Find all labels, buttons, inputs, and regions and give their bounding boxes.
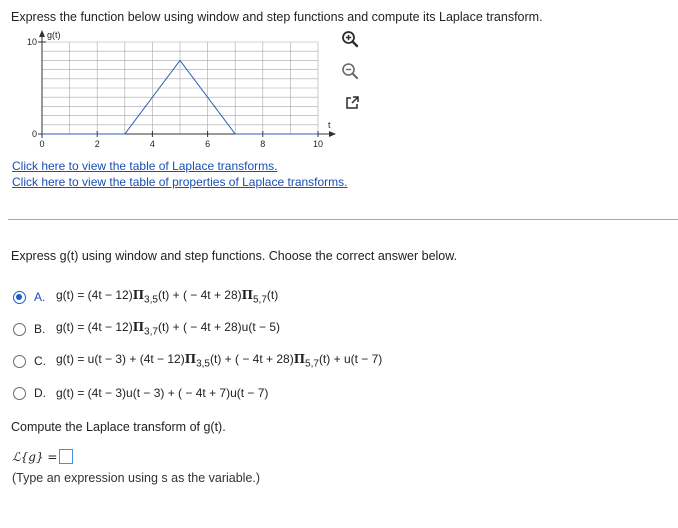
choice-d[interactable]: D. g(t) = (4t − 3)u(t − 3) + ( − 4t + 7)…: [13, 384, 268, 402]
window-subscript: 5,7: [305, 358, 319, 370]
laplace-table-link[interactable]: Click here to view the table of Laplace …: [12, 159, 277, 173]
x-tick-label: 10: [313, 139, 323, 149]
graph-grid: [41, 41, 319, 135]
y-tick-label: 10: [27, 37, 37, 47]
laplace-answer-input[interactable]: [59, 449, 74, 464]
y-axis-label: g(t): [47, 30, 61, 40]
part1-prompt: Express g(t) using window and step funct…: [11, 249, 458, 263]
section-divider: [8, 219, 678, 220]
y-axis-arrow: [39, 30, 45, 37]
formula-text: g(t) = (4t − 12): [56, 288, 133, 303]
answer-row: ℒ{g} =: [12, 449, 74, 464]
zoom-in-icon[interactable]: [339, 28, 361, 50]
choice-d-formula: g(t) = (4t − 3)u(t − 3) + ( − 4t + 7)u(t…: [56, 386, 269, 400]
window-subscript: 3,5: [144, 294, 158, 306]
window-subscript: 5,7: [253, 294, 267, 306]
choice-a-formula: g(t) = (4t − 12)Π3,5(t) + ( − 4t + 28)Π5…: [56, 288, 278, 305]
window-symbol: Π: [184, 352, 197, 367]
window-symbol: Π: [241, 288, 253, 303]
choice-d-letter: D.: [34, 386, 46, 400]
choice-b-formula: g(t) = (4t − 12)Π3,7(t) + ( − 4t + 28)u(…: [56, 320, 280, 337]
laplace-prefix: ℒ{g} =: [12, 449, 58, 464]
x-tick-label: 8: [260, 139, 265, 149]
graph-axes: [38, 30, 336, 138]
y-tick-label: 0: [32, 129, 37, 139]
function-graph: 0 2 4 6 8 10 10 0 g(t) t: [27, 30, 336, 149]
formula-text: (t) + u(t − 7): [318, 352, 383, 367]
radio-d[interactable]: [13, 386, 26, 400]
question-title: Express the function below using window …: [11, 10, 543, 24]
laplace-properties-link[interactable]: Click here to view the table of properti…: [12, 175, 348, 189]
zoom-out-icon[interactable]: [339, 60, 361, 82]
x-tick-label: 6: [205, 139, 210, 149]
window-subscript: 3,5: [196, 358, 210, 370]
answer-hint: (Type an expression using s as the varia…: [12, 471, 261, 485]
formula-text: (t): [266, 288, 279, 303]
formula-text: (t) + ( − 4t + 28): [209, 352, 294, 367]
choice-c[interactable]: C. g(t) = u(t − 3) + (4t − 12)Π3,5(t) + …: [13, 352, 382, 370]
choice-b-letter: B.: [34, 322, 46, 336]
window-symbol: Π: [132, 320, 145, 335]
formula-text: g(t) = u(t − 3) + (4t − 12): [56, 352, 185, 367]
window-subscript: 3,7: [144, 326, 158, 338]
graph-tick-labels: 0 2 4 6 8 10 10 0: [27, 37, 323, 149]
x-tick-label: 2: [95, 139, 100, 149]
window-symbol: Π: [132, 288, 145, 303]
formula-text: (t) + ( − 4t + 28)u(t − 5): [157, 320, 281, 335]
radio-b[interactable]: [13, 322, 26, 336]
radio-c[interactable]: [13, 354, 26, 368]
choice-c-formula: g(t) = u(t − 3) + (4t − 12)Π3,5(t) + ( −…: [56, 352, 382, 369]
window-symbol: Π: [293, 352, 306, 367]
formula-text: g(t) = (4t − 12): [56, 320, 133, 335]
part2-prompt: Compute the Laplace transform of g(t).: [11, 420, 226, 434]
formula-text: (t) + ( − 4t + 28): [157, 288, 242, 303]
choice-a[interactable]: A. g(t) = (4t − 12)Π3,5(t) + ( − 4t + 28…: [13, 288, 278, 306]
x-axis-label: t: [328, 120, 331, 130]
external-link-icon[interactable]: [341, 92, 363, 114]
choice-c-letter: C.: [34, 354, 46, 368]
choice-a-letter: A.: [34, 290, 46, 304]
radio-a[interactable]: [13, 290, 26, 304]
x-tick-label: 0: [39, 139, 44, 149]
choice-b[interactable]: B. g(t) = (4t − 12)Π3,7(t) + ( − 4t + 28…: [13, 320, 280, 338]
x-tick-label: 4: [150, 139, 155, 149]
x-axis-arrow: [329, 131, 336, 137]
